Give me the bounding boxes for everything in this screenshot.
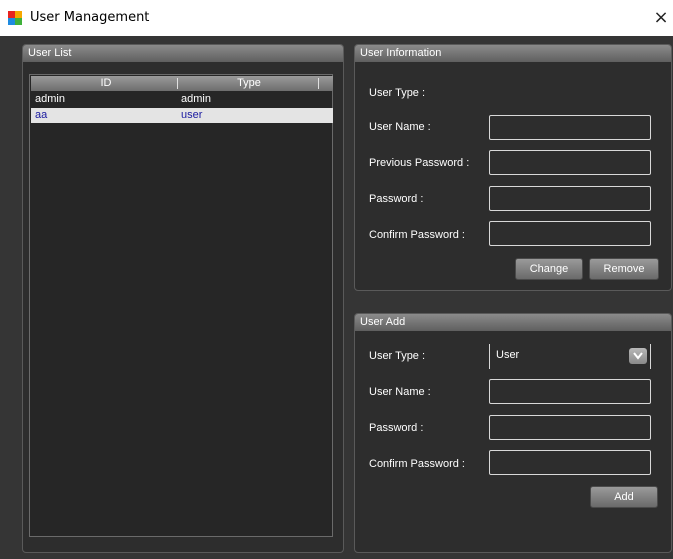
column-divider[interactable] [177,78,178,89]
window-title: User Management [30,10,150,25]
remove-button[interactable]: Remove [589,258,659,280]
user-information-title: User Information [355,45,671,62]
column-header-type[interactable]: Type [181,76,317,91]
user-name-label: User Name : [369,386,431,398]
column-header-id[interactable]: ID [31,76,181,91]
cell-type: user [181,109,203,121]
title-bar: User Management × [0,0,673,36]
add-button[interactable]: Add [590,486,658,508]
confirm-password-label: Confirm Password : [369,458,465,470]
main-area: User List ID Type admin admin aa user Us… [0,36,673,559]
previous-password-field[interactable] [489,150,651,175]
user-type-select[interactable]: User [489,344,651,369]
user-type-selected: User [496,349,520,361]
password-label: Password : [369,193,424,205]
cell-id: admin [35,93,65,105]
password-field[interactable] [489,186,651,211]
change-button[interactable]: Change [515,258,583,280]
user-list-title: User List [23,45,343,62]
chevron-down-icon[interactable] [629,348,647,364]
password-label: Password : [369,422,424,434]
user-name-label: User Name : [369,121,431,133]
close-icon[interactable]: × [650,6,672,30]
user-list-panel: User List ID Type admin admin aa user [22,44,344,553]
user-type-label: User Type : [369,87,426,99]
user-add-panel: User Add User Type : User User Name : Pa… [354,313,672,553]
user-information-panel: User Information User Type : User Name :… [354,44,672,291]
previous-password-label: Previous Password : [369,157,470,169]
user-list-table[interactable]: ID Type admin admin aa user [29,74,333,537]
user-name-field[interactable] [489,115,651,140]
confirm-password-field[interactable] [489,221,651,246]
column-divider[interactable] [318,78,319,89]
cell-type: admin [181,93,211,105]
app-logo-icon [8,11,22,25]
table-row[interactable]: aa user [31,108,333,123]
user-type-label: User Type : [369,350,426,362]
confirm-password-label: Confirm Password : [369,229,465,241]
new-confirm-password-field[interactable] [489,450,651,475]
cell-id: aa [35,109,48,121]
user-add-title: User Add [355,314,671,331]
user-list-header: ID Type [31,76,333,91]
new-password-field[interactable] [489,415,651,440]
new-user-name-field[interactable] [489,379,651,404]
table-row[interactable]: admin admin [31,92,333,107]
